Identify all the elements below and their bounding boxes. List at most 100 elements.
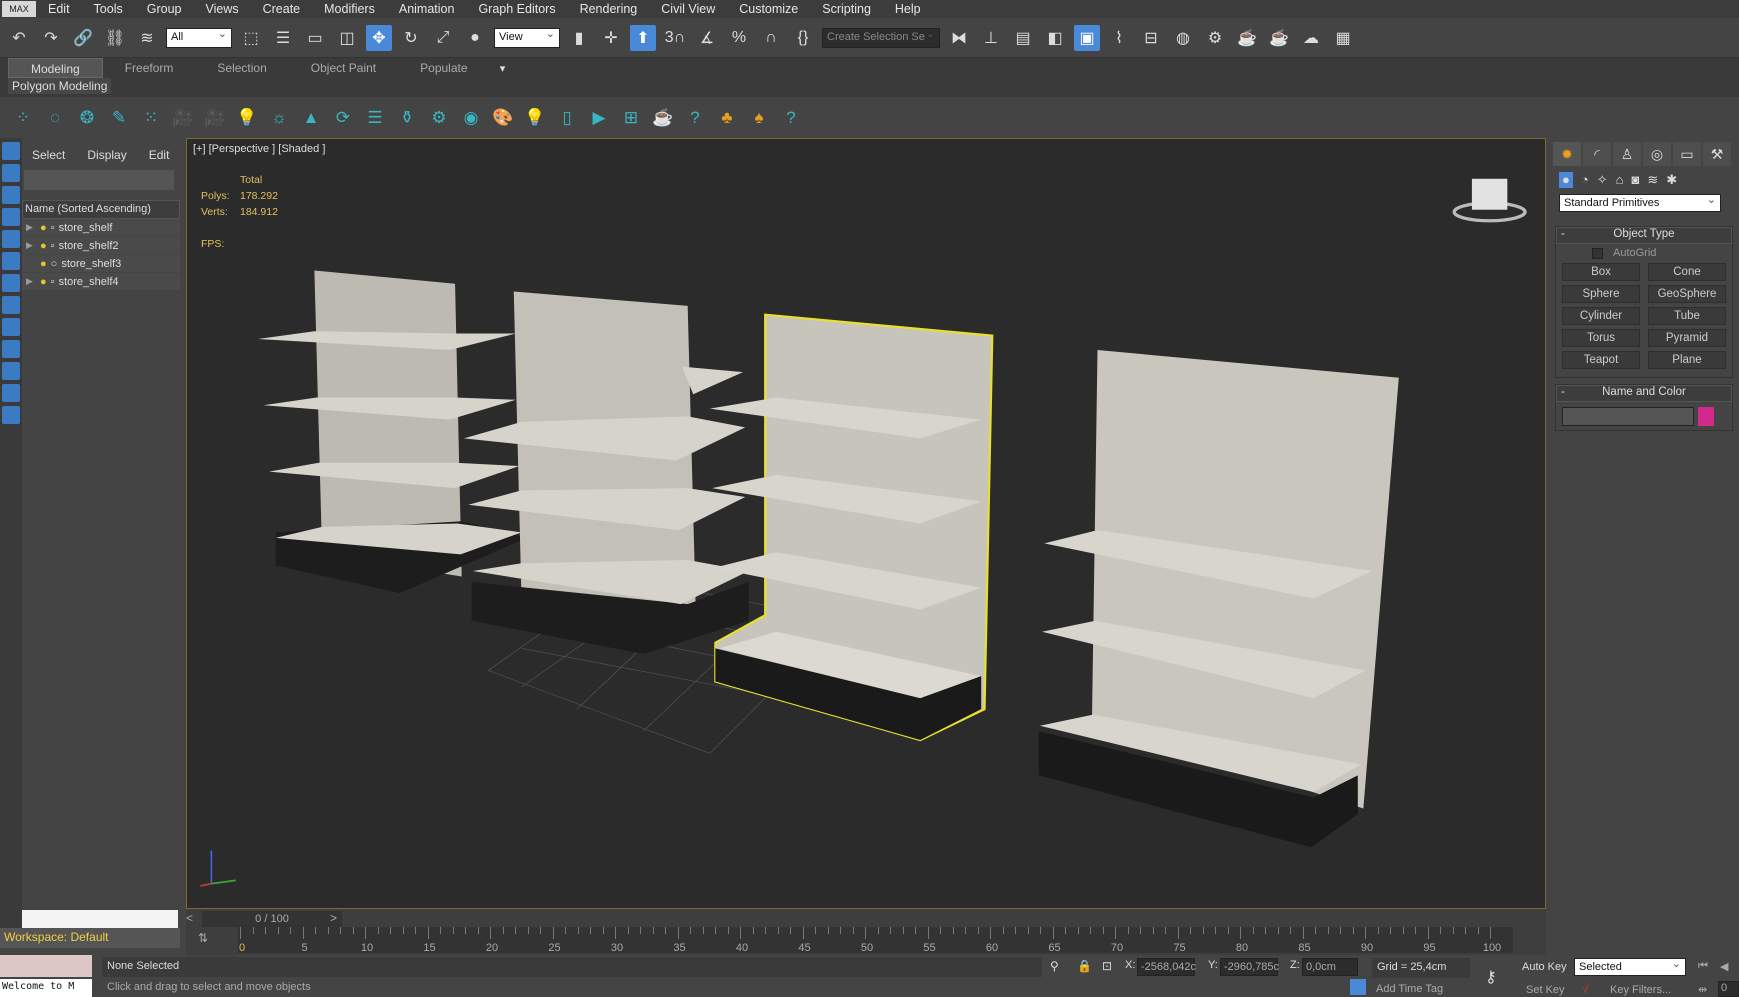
curve-editor-icon[interactable]: ⌇ xyxy=(1106,25,1132,51)
name-column-header[interactable]: Name (Sorted Ascending) xyxy=(22,200,180,219)
display-lights-icon[interactable] xyxy=(2,186,20,204)
list-item[interactable]: ▶ ● ▫ store_shelf2 xyxy=(22,237,180,255)
named-selection-set-input[interactable]: Create Selection Se xyxy=(822,27,940,48)
panel-icon[interactable]: ▯ xyxy=(554,105,580,131)
key-filters-button[interactable]: Key Filters... xyxy=(1610,984,1671,996)
absolute-mode-icon[interactable]: ⊡ xyxy=(1102,959,1112,973)
list-icon[interactable]: ☰ xyxy=(362,105,388,131)
undo-icon[interactable]: ↶ xyxy=(6,25,32,51)
particle-icon[interactable]: ❂ xyxy=(74,105,100,131)
rotate-icon[interactable]: ↻ xyxy=(398,25,424,51)
rect-selection-icon[interactable]: ▭ xyxy=(302,25,328,51)
expand-icon[interactable]: ▶ xyxy=(26,276,36,287)
explorer-menu-select[interactable]: Select xyxy=(32,148,65,162)
tab-freeform[interactable]: Freeform xyxy=(103,58,196,78)
list-item[interactable]: ● ○ store_shelf3 xyxy=(22,255,180,273)
help-icon-2[interactable]: ? xyxy=(778,105,804,131)
menu-help[interactable]: Help xyxy=(895,2,921,16)
create-tab-icon[interactable]: ✹ xyxy=(1553,142,1581,166)
unlink-icon[interactable]: ⛓ xyxy=(102,25,128,51)
menu-civil-view[interactable]: Civil View xyxy=(661,2,715,16)
layers-icon[interactable]: ◉ xyxy=(458,105,484,131)
forest-icon[interactable]: ♣ xyxy=(714,105,740,131)
transform-icon[interactable]: ⁙ xyxy=(138,105,164,131)
camera-icon[interactable]: 🎥 xyxy=(170,105,196,131)
current-frame-field[interactable]: 0 xyxy=(1718,981,1739,997)
autogrid-checkbox[interactable] xyxy=(1592,247,1603,259)
torus-button[interactable]: Torus xyxy=(1562,329,1640,347)
material-editor-icon[interactable]: ◍ xyxy=(1170,25,1196,51)
box-button[interactable]: Box xyxy=(1562,263,1640,281)
bulb-small-icon[interactable]: 💡 xyxy=(522,105,548,131)
lights-icon[interactable]: ✧ xyxy=(1597,172,1608,188)
prev-frame-button[interactable]: < xyxy=(186,911,193,925)
expand-icon[interactable]: ▶ xyxy=(26,222,36,233)
display-helpers-icon[interactable] xyxy=(2,230,20,248)
maxscript-output[interactable]: Welcome to M xyxy=(0,979,92,997)
render-setup-icon[interactable]: ⚙ xyxy=(1202,25,1228,51)
vertex-icon[interactable]: ⁘ xyxy=(10,105,36,131)
teapot-button[interactable]: Teapot xyxy=(1562,351,1640,369)
redo-icon[interactable]: ↷ xyxy=(38,25,64,51)
key-mode-toggle-icon[interactable]: ⇹ xyxy=(1698,983,1707,996)
light-bulb-icon[interactable]: ● xyxy=(40,276,47,288)
display-spacewarps-icon[interactable] xyxy=(2,252,20,270)
key-mode-dropdown[interactable]: Selected xyxy=(1574,957,1686,976)
keyboard-shortcut-override-icon[interactable]: ⬆ xyxy=(630,24,656,51)
set-key-button[interactable]: Set Key xyxy=(1526,984,1565,996)
menu-group[interactable]: Group xyxy=(147,2,182,16)
set-key-icon[interactable]: ⚷ xyxy=(1485,967,1497,987)
track-bar[interactable]: 0 5 10 15 20 25 30 35 40 45 50 55 60 65 70 75 80 85 90 95 10… xyxy=(238,927,1513,954)
prev-key-icon[interactable]: ◀ xyxy=(1720,960,1728,973)
manipulate-icon[interactable]: ✛ xyxy=(598,25,624,51)
auto-key-button[interactable]: Auto Key xyxy=(1522,961,1567,973)
app-logo[interactable]: MAX xyxy=(2,1,36,17)
mini-curve-editor-icon[interactable]: ⇅ xyxy=(198,931,208,945)
object-name-input[interactable] xyxy=(1562,407,1694,426)
list-item[interactable]: ▶ ● ▫ store_shelf4 xyxy=(22,273,180,291)
menu-modifiers[interactable]: Modifiers xyxy=(324,2,375,16)
menu-edit[interactable]: Edit xyxy=(48,2,70,16)
tab-modeling[interactable]: Modeling xyxy=(8,58,103,78)
expand-icon[interactable]: ▶ xyxy=(26,240,36,251)
refresh-icon[interactable]: ⟳ xyxy=(330,105,356,131)
menu-graph-editors[interactable]: Graph Editors xyxy=(478,2,555,16)
display-all-icon[interactable] xyxy=(2,406,20,424)
bind-space-warp-icon[interactable]: ≋ xyxy=(134,25,160,51)
scale-icon[interactable]: ⤢ xyxy=(430,25,456,51)
cameras-icon[interactable]: ⌂ xyxy=(1616,172,1624,188)
align-icon[interactable]: ⊥ xyxy=(978,25,1004,51)
x-coordinate-field[interactable]: -2568,042c xyxy=(1137,958,1196,976)
select-object-icon[interactable]: ⬚ xyxy=(238,25,264,51)
systems-icon[interactable]: ✱ xyxy=(1666,172,1677,188)
z-coordinate-field[interactable]: 0,0cm xyxy=(1302,958,1358,976)
render-cloud-icon[interactable]: ☁ xyxy=(1298,25,1324,51)
cylinder-button[interactable]: Cylinder xyxy=(1562,307,1640,325)
geosphere-button[interactable]: GeoSphere xyxy=(1648,285,1726,303)
snap-3d-icon[interactable]: 3∩ xyxy=(662,25,688,51)
move-icon[interactable]: ✥ xyxy=(366,24,392,51)
light-bulb-icon[interactable]: ● xyxy=(40,222,47,234)
perspective-viewport[interactable]: [+] [Perspective ] [Shaded ] Total Polys… xyxy=(186,138,1546,909)
tube-button[interactable]: Tube xyxy=(1648,307,1726,325)
lock-selection-icon[interactable]: 🔒 xyxy=(1077,959,1092,973)
display-cameras-icon[interactable] xyxy=(2,208,20,226)
gear-icon[interactable]: ⚙ xyxy=(426,105,452,131)
list-item[interactable]: ▶ ● ▫ store_shelf xyxy=(22,219,180,237)
spinner-snap-icon[interactable]: ∩ xyxy=(758,25,784,51)
name-color-header[interactable]: - Name and Color xyxy=(1556,385,1732,402)
grid-icon[interactable]: ⊞ xyxy=(618,105,644,131)
menu-views[interactable]: Views xyxy=(205,2,238,16)
display-geometry-icon[interactable] xyxy=(2,142,20,160)
edge-icon[interactable]: ◌ xyxy=(42,105,68,131)
display-bones-icon[interactable] xyxy=(2,318,20,336)
layer-manager-icon[interactable]: ▤ xyxy=(1010,25,1036,51)
pivot-icon[interactable]: ▮ xyxy=(566,25,592,51)
add-time-tag[interactable]: Add Time Tag xyxy=(1376,983,1443,995)
render-preview-icon[interactable]: ▶ xyxy=(586,105,612,131)
select-by-name-icon[interactable]: ☰ xyxy=(270,25,296,51)
menu-create[interactable]: Create xyxy=(263,2,301,16)
render-frame-icon[interactable]: ☕ xyxy=(1234,25,1260,51)
workspace-selector[interactable]: Workspace: Default xyxy=(0,928,180,948)
utilities-tab-icon[interactable]: ⚒ xyxy=(1703,142,1731,166)
